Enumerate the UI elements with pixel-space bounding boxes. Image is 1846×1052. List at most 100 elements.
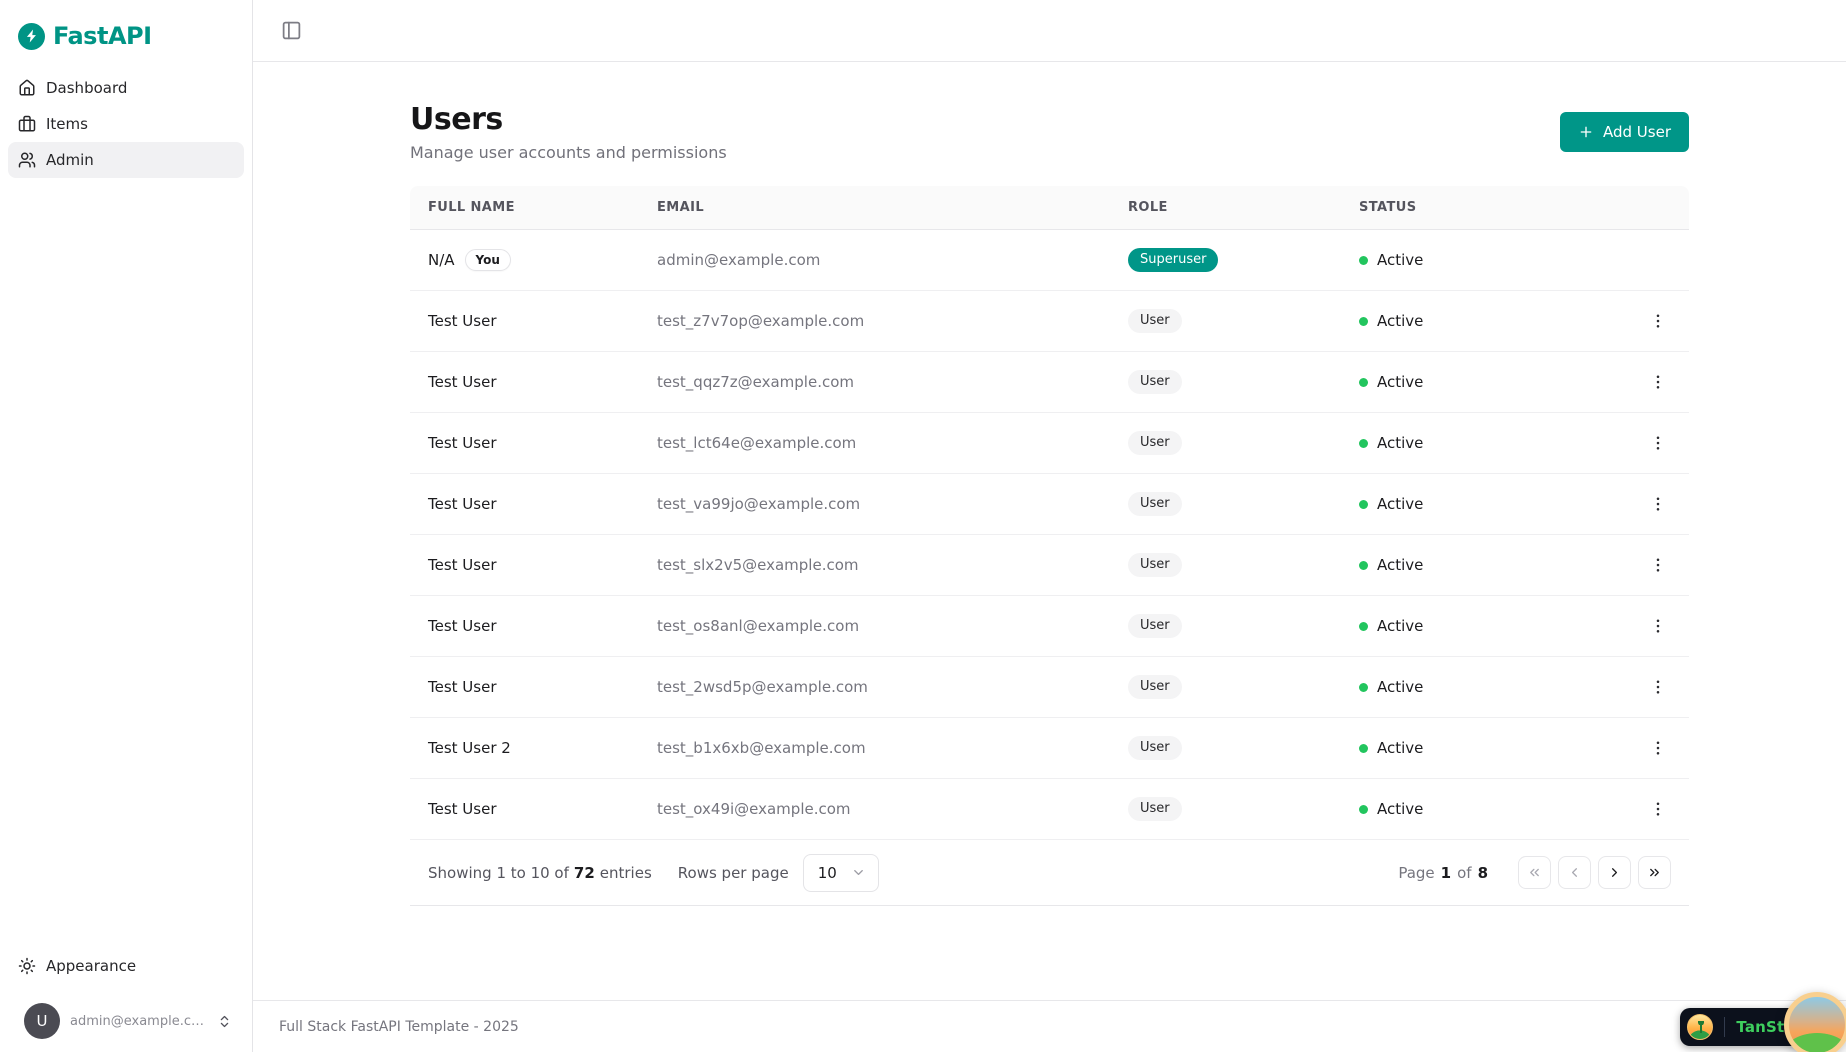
row-actions-button[interactable] — [1645, 735, 1671, 761]
tanstack-devtools-toggle[interactable] — [1784, 992, 1846, 1052]
row-actions-button[interactable] — [1645, 613, 1671, 639]
users-icon — [18, 151, 36, 169]
active-status-dot — [1359, 256, 1368, 265]
status-label: Active — [1377, 373, 1423, 391]
user-fullname: Test User — [428, 800, 497, 818]
plus-icon — [1578, 124, 1594, 140]
ellipsis-vertical-icon — [1649, 434, 1667, 452]
table-row: Test User test_slx2v5@example.com User A… — [410, 535, 1689, 596]
status-label: Active — [1377, 434, 1423, 452]
total-pages: 8 — [1478, 864, 1488, 882]
active-status-dot — [1359, 805, 1368, 814]
role-badge: User — [1128, 736, 1182, 761]
next-page-button[interactable] — [1598, 856, 1631, 889]
column-header-email: EMAIL — [657, 200, 1128, 215]
status-label: Active — [1377, 556, 1423, 574]
sidebar-item-items[interactable]: Items — [8, 106, 244, 142]
user-email-label: admin@example.com — [70, 1014, 207, 1029]
table-row: Test User test_va99jo@example.com User A… — [410, 474, 1689, 535]
add-user-button[interactable]: Add User — [1560, 112, 1689, 152]
status-label: Active — [1377, 678, 1423, 696]
role-badge: User — [1128, 492, 1182, 517]
row-actions-button[interactable] — [1645, 308, 1671, 334]
user-fullname: Test User — [428, 678, 497, 696]
status-label: Active — [1377, 495, 1423, 513]
main-area: Users Manage user accounts and permissio… — [253, 0, 1846, 1052]
sidebar-nav: Dashboard Items Admin — [0, 70, 252, 178]
home-icon — [18, 79, 36, 97]
active-status-dot — [1359, 439, 1368, 448]
table-body: N/A You admin@example.com Superuser Acti… — [410, 230, 1689, 840]
table-row: Test User test_ox49i@example.com User Ac… — [410, 779, 1689, 840]
briefcase-icon — [18, 115, 36, 133]
status-label: Active — [1377, 251, 1423, 269]
active-status-dot — [1359, 317, 1368, 326]
footer-text: Full Stack FastAPI Template - 2025 — [279, 1019, 519, 1035]
row-actions-button[interactable] — [1645, 796, 1671, 822]
status-label: Active — [1377, 617, 1423, 635]
user-email: test_2wsd5p@example.com — [657, 678, 1128, 696]
ellipsis-vertical-icon — [1649, 312, 1667, 330]
row-actions-button[interactable] — [1645, 552, 1671, 578]
appearance-button[interactable]: Appearance — [8, 948, 244, 984]
row-actions-button[interactable] — [1645, 430, 1671, 456]
ellipsis-vertical-icon — [1649, 495, 1667, 513]
row-actions-button[interactable] — [1645, 674, 1671, 700]
panel-left-icon — [281, 20, 302, 41]
user-email: test_os8anl@example.com — [657, 617, 1128, 635]
table-row: Test User test_z7v7op@example.com User A… — [410, 291, 1689, 352]
chevron-left-icon — [1567, 865, 1582, 880]
appearance-label: Appearance — [46, 957, 136, 975]
topbar — [253, 0, 1846, 62]
user-fullname: N/A — [428, 251, 455, 269]
page-title: Users — [410, 102, 727, 137]
user-fullname: Test User — [428, 434, 497, 452]
ellipsis-vertical-icon — [1649, 678, 1667, 696]
user-fullname: Test User — [428, 312, 497, 330]
last-page-button[interactable] — [1638, 856, 1671, 889]
user-email: test_b1x6xb@example.com — [657, 739, 1128, 757]
divider — [1724, 1017, 1725, 1037]
table-row: Test User test_2wsd5p@example.com User A… — [410, 657, 1689, 718]
rows-per-page-label: Rows per page — [678, 864, 789, 882]
role-badge: User — [1128, 431, 1182, 456]
active-status-dot — [1359, 622, 1368, 631]
ellipsis-vertical-icon — [1649, 739, 1667, 757]
row-actions-button[interactable] — [1645, 491, 1671, 517]
first-page-button[interactable] — [1518, 856, 1551, 889]
rows-per-page-value: 10 — [818, 864, 837, 882]
user-fullname: Test User 2 — [428, 739, 511, 757]
sidebar: FastAPI Dashboard Items Admin Appearance — [0, 0, 253, 1052]
chevrons-up-down-icon — [217, 1014, 232, 1029]
sidebar-toggle-button[interactable] — [277, 16, 306, 45]
table-row: Test User 2 test_b1x6xb@example.com User… — [410, 718, 1689, 779]
user-email: test_lct64e@example.com — [657, 434, 1128, 452]
you-badge: You — [465, 249, 511, 271]
current-page: 1 — [1441, 864, 1451, 882]
status-label: Active — [1377, 800, 1423, 818]
active-status-dot — [1359, 378, 1368, 387]
ellipsis-vertical-icon — [1649, 373, 1667, 391]
chevrons-left-icon — [1527, 865, 1542, 880]
user-email: admin@example.com — [657, 251, 1128, 269]
prev-page-button[interactable] — [1558, 856, 1591, 889]
active-status-dot — [1359, 744, 1368, 753]
sidebar-item-dashboard[interactable]: Dashboard — [8, 70, 244, 106]
ellipsis-vertical-icon — [1649, 617, 1667, 635]
role-badge: User — [1128, 614, 1182, 639]
total-entries-count: 72 — [574, 864, 595, 882]
column-header-role: ROLE — [1128, 200, 1359, 215]
brand-name: FastAPI — [53, 22, 152, 50]
lightning-bolt-icon — [18, 23, 45, 50]
sidebar-item-admin[interactable]: Admin — [8, 142, 244, 178]
row-actions-button[interactable] — [1645, 369, 1671, 395]
page-info-text: Page 1 of 8 — [1398, 864, 1488, 882]
rows-per-page-select[interactable]: 10 — [803, 854, 879, 892]
user-fullname: Test User — [428, 373, 497, 391]
role-badge: User — [1128, 370, 1182, 395]
user-email: test_ox49i@example.com — [657, 800, 1128, 818]
footer: Full Stack FastAPI Template - 2025 — [253, 1000, 1846, 1052]
chevrons-right-icon — [1647, 865, 1662, 880]
user-menu-button[interactable]: U admin@example.com — [12, 998, 240, 1044]
role-badge: User — [1128, 797, 1182, 822]
